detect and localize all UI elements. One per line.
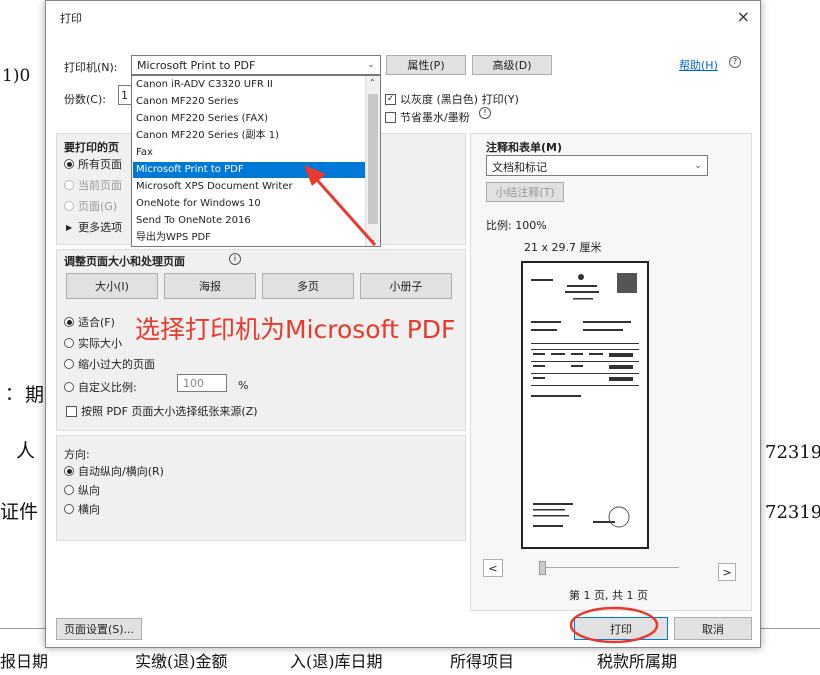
page-slider-track[interactable] (539, 567, 679, 568)
radio-landscape[interactable]: 横向 (64, 501, 100, 517)
printer-option[interactable]: Canon iR-ADV C3320 UFR II (133, 77, 365, 93)
red-arrow-icon (304, 165, 377, 246)
printer-select-value: Microsoft Print to PDF (137, 59, 256, 72)
current-page-label: 当前页面 (78, 179, 122, 192)
fit-label: 适合(F) (78, 316, 115, 329)
printer-option[interactable]: Canon MF220 Series (133, 94, 365, 110)
prev-page-button[interactable]: < (483, 559, 503, 577)
qr-code-icon (617, 273, 637, 293)
pdf-page-size-label: 按照 PDF 页面大小选择纸张来源(Z) (81, 405, 258, 418)
tab-multiple[interactable]: 多页 (262, 273, 354, 299)
radio-pages[interactable]: 页面(G) (64, 198, 117, 214)
properties-button[interactable]: 属性(P) (386, 55, 466, 75)
close-icon[interactable]: × (737, 7, 750, 26)
grayscale-label: 以灰度 (黑白色) 打印(Y) (400, 93, 519, 106)
radio-custom-scale[interactable]: 自定义比例: (64, 379, 137, 395)
page-preview (521, 261, 649, 549)
stamp-icon (608, 506, 630, 528)
dialog-title: 打印 (60, 12, 82, 25)
radio-all-pages[interactable]: 所有页面 (64, 156, 122, 172)
radio-fit[interactable]: 适合(F) (64, 314, 115, 330)
copies-value: 1 (121, 89, 128, 102)
bg-fragment-4: 证件 (0, 501, 39, 523)
bg-fragment-6: 72319 (765, 502, 820, 523)
page-slider-thumb[interactable] (539, 561, 546, 575)
custom-scale-value: 100 (183, 377, 204, 390)
custom-scale-label: 自定义比例: (78, 381, 137, 394)
all-pages-label: 所有页面 (78, 158, 122, 171)
shrink-label: 缩小过大的页面 (78, 358, 155, 371)
copies-input[interactable]: 1 (118, 85, 132, 105)
percent-label: % (238, 379, 249, 392)
bg-header-4: 所得项目 (450, 652, 515, 671)
next-page-button[interactable]: > (718, 563, 736, 581)
more-options-label: 更多选项 (78, 221, 123, 234)
title-bar: 打印 × (46, 1, 760, 33)
auto-orientation-label: 自动纵向/横向(R) (78, 465, 164, 478)
printer-option[interactable]: Fax (133, 145, 365, 161)
bg-header-2: 实缴(退)金额 (135, 652, 228, 671)
page-setup-button[interactable]: 页面设置(S)... (56, 618, 142, 640)
bg-fragment-5: 72319 (765, 442, 820, 463)
custom-scale-input[interactable]: 100 (177, 374, 227, 392)
annotations-select[interactable]: 文档和标记 ⌄ (486, 155, 708, 176)
portrait-label: 纵向 (78, 484, 100, 497)
tab-booklet[interactable]: 小册子 (360, 273, 452, 299)
annotations-title: 注释和表单(M) (486, 141, 563, 154)
orientation-section (56, 435, 466, 541)
landscape-label: 横向 (78, 503, 100, 516)
annotation-text: 选择打印机为Microsoft PDF (135, 315, 456, 344)
advanced-button[interactable]: 高级(D) (472, 55, 552, 75)
scroll-up-icon[interactable]: ⌃ (369, 78, 376, 87)
radio-shrink[interactable]: 缩小过大的页面 (64, 356, 155, 372)
printer-select[interactable]: Microsoft Print to PDF ⌄ (131, 55, 381, 75)
more-options-toggle[interactable]: ▶ 更多选项 (66, 219, 122, 235)
radio-portrait[interactable]: 纵向 (64, 482, 100, 498)
pages-label: 页面(G) (78, 200, 118, 213)
save-ink-label: 节省墨水/墨粉 (400, 111, 470, 124)
paper-size-label: 21 x 29.7 厘米 (524, 241, 602, 254)
summarize-button[interactable]: 小结注释(T) (486, 182, 564, 202)
annotations-value: 文档和标记 (492, 161, 547, 174)
radio-current-page[interactable]: 当前页面 (64, 177, 122, 193)
printer-option[interactable]: Canon MF220 Series (副本 1) (133, 128, 365, 144)
scale-label: 比例: 100% (486, 219, 547, 232)
bg-fragment-2: ∶ 期 (0, 384, 45, 406)
bg-header-5: 税款所属期 (597, 652, 678, 671)
radio-actual-size[interactable]: 实际大小 (64, 335, 122, 351)
bg-header-3: 入(退)库日期 (290, 652, 383, 671)
copies-label: 份数(C): (64, 93, 106, 106)
printer-label: 打印机(N): (64, 61, 118, 74)
triangle-right-icon: ▶ (66, 222, 73, 232)
tab-poster[interactable]: 海报 (164, 273, 256, 299)
orientation-title: 方向: (64, 448, 90, 461)
help-link[interactable]: 帮助(H) (679, 57, 718, 73)
page-indicator: 第 1 页, 共 1 页 (569, 589, 648, 602)
grayscale-checkbox[interactable]: ✓ 以灰度 (黑白色) 打印(Y) (385, 91, 519, 107)
bg-header-1: 报日期 (0, 652, 49, 671)
bg-fragment-3: 人 (16, 440, 36, 462)
pages-section-title: 要打印的页 (64, 141, 119, 154)
sizing-title: 调整页面大小和处理页面 (64, 255, 185, 268)
dropdown-arrow-icon: ⌄ (367, 60, 375, 70)
info-icon: ! (479, 107, 491, 119)
info-icon: i (229, 253, 241, 265)
bg-fragment-1: 1)0 (2, 66, 31, 86)
check-icon: ✓ (385, 93, 396, 105)
dropdown-arrow-icon: ⌄ (694, 160, 702, 171)
radio-auto-orientation[interactable]: 自动纵向/横向(R) (64, 463, 164, 479)
empty-box-icon (385, 111, 396, 123)
emblem-icon (578, 274, 584, 280)
printer-option[interactable]: Canon MF220 Series (FAX) (133, 111, 365, 127)
tab-size[interactable]: 大小(I) (66, 273, 158, 299)
preview-content (531, 273, 639, 528)
actual-size-label: 实际大小 (78, 337, 122, 350)
red-ellipse-icon (569, 606, 659, 644)
cancel-button[interactable]: 取消 (674, 617, 752, 640)
save-ink-checkbox[interactable]: 节省墨水/墨粉 (385, 109, 470, 125)
help-circle-icon[interactable]: ? (729, 56, 741, 68)
pdf-page-size-checkbox[interactable]: 按照 PDF 页面大小选择纸张来源(Z) (66, 403, 258, 419)
